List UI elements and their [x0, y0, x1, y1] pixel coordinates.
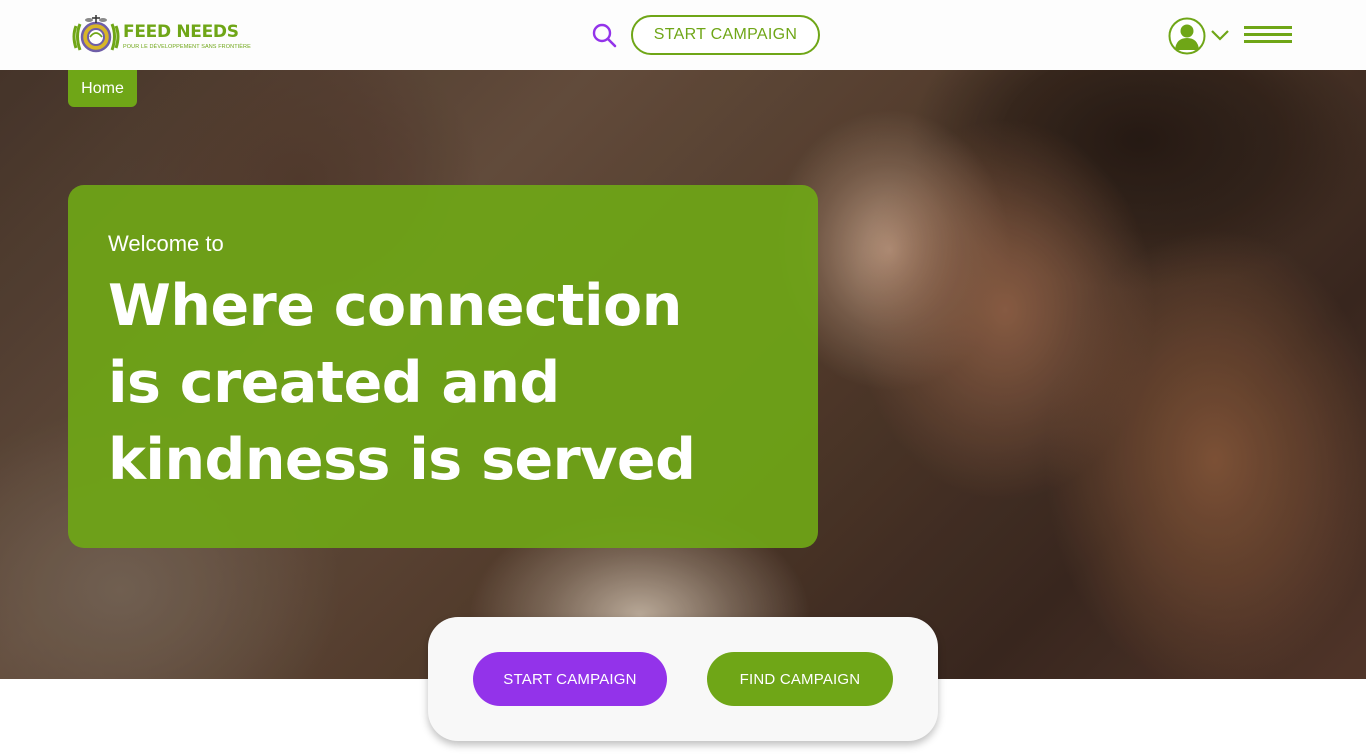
welcome-subtitle: Welcome to [108, 231, 224, 256]
cta-panel: START CAMPAIGN FIND CAMPAIGN [428, 617, 938, 741]
logo[interactable]: FEED NEEDS POUR LE DÉVELOPPEMENT SANS FR… [70, 12, 251, 60]
hero-title-line: Where connection [108, 273, 682, 339]
chevron-down-icon [1211, 30, 1229, 41]
hamburger-menu-bar [1244, 33, 1292, 36]
hamburger-menu-button[interactable] [1243, 25, 1293, 47]
user-avatar-button[interactable] [1168, 17, 1206, 55]
hero-title: Where connection is created and kindness… [108, 268, 788, 499]
hero-title-line: is created and [108, 350, 560, 416]
globe-emblem-icon [72, 15, 120, 53]
hero-title-line: kindness is served [108, 427, 696, 493]
start-campaign-button[interactable]: START CAMPAIGN [473, 652, 667, 706]
logo-title: FEED NEEDS [123, 22, 239, 42]
search-button[interactable] [590, 21, 618, 49]
search-icon [592, 23, 617, 48]
welcome-card: Welcome to Where connection is created a… [68, 185, 818, 548]
account-dropdown-toggle[interactable] [1210, 27, 1230, 43]
logo-subtitle: POUR LE DÉVELOPPEMENT SANS FRONTIÈRE [123, 44, 251, 50]
user-avatar-icon [1168, 17, 1206, 55]
site-header: FEED NEEDS POUR LE DÉVELOPPEMENT SANS FR… [0, 0, 1366, 70]
find-campaign-button[interactable]: FIND CAMPAIGN [707, 652, 893, 706]
breadcrumb-home[interactable]: Home [68, 70, 137, 107]
hamburger-menu-bar [1244, 40, 1292, 43]
hamburger-menu-icon [1244, 26, 1292, 29]
header-start-campaign-button[interactable]: START CAMPAIGN [631, 15, 820, 55]
